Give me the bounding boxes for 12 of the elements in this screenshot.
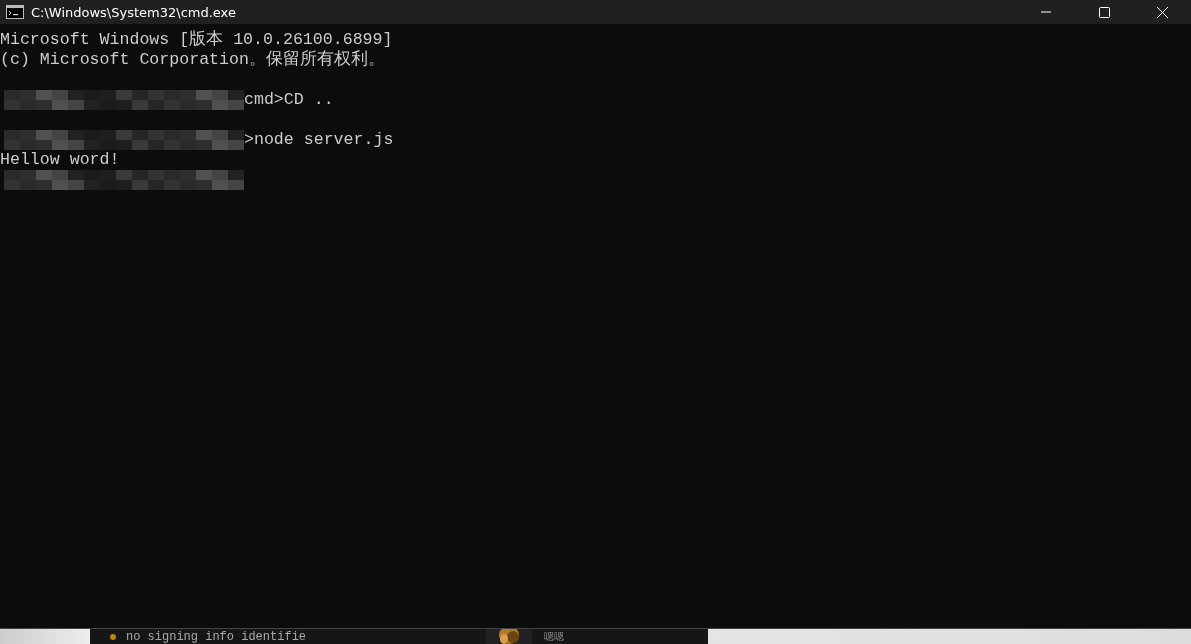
maximize-icon: [1098, 6, 1110, 18]
close-icon: [1156, 6, 1168, 18]
background-label: 嗯嗯: [544, 629, 564, 644]
console-line: Microsoft Windows [版本 10.0.26100.6899]: [0, 30, 393, 50]
window-title: C:\Windows\System32\cmd.exe: [31, 4, 236, 20]
console-line: cmd>CD ..: [244, 90, 334, 110]
console-line: >node server.js: [244, 130, 394, 150]
console-line: Hellow word!: [0, 150, 120, 170]
terminal-icon: [6, 5, 24, 19]
bullet-icon: [110, 633, 116, 640]
console-line: (c) Microsoft Corporation。保留所有权利。: [0, 50, 385, 70]
background-text: no signing info identifie: [126, 629, 308, 644]
